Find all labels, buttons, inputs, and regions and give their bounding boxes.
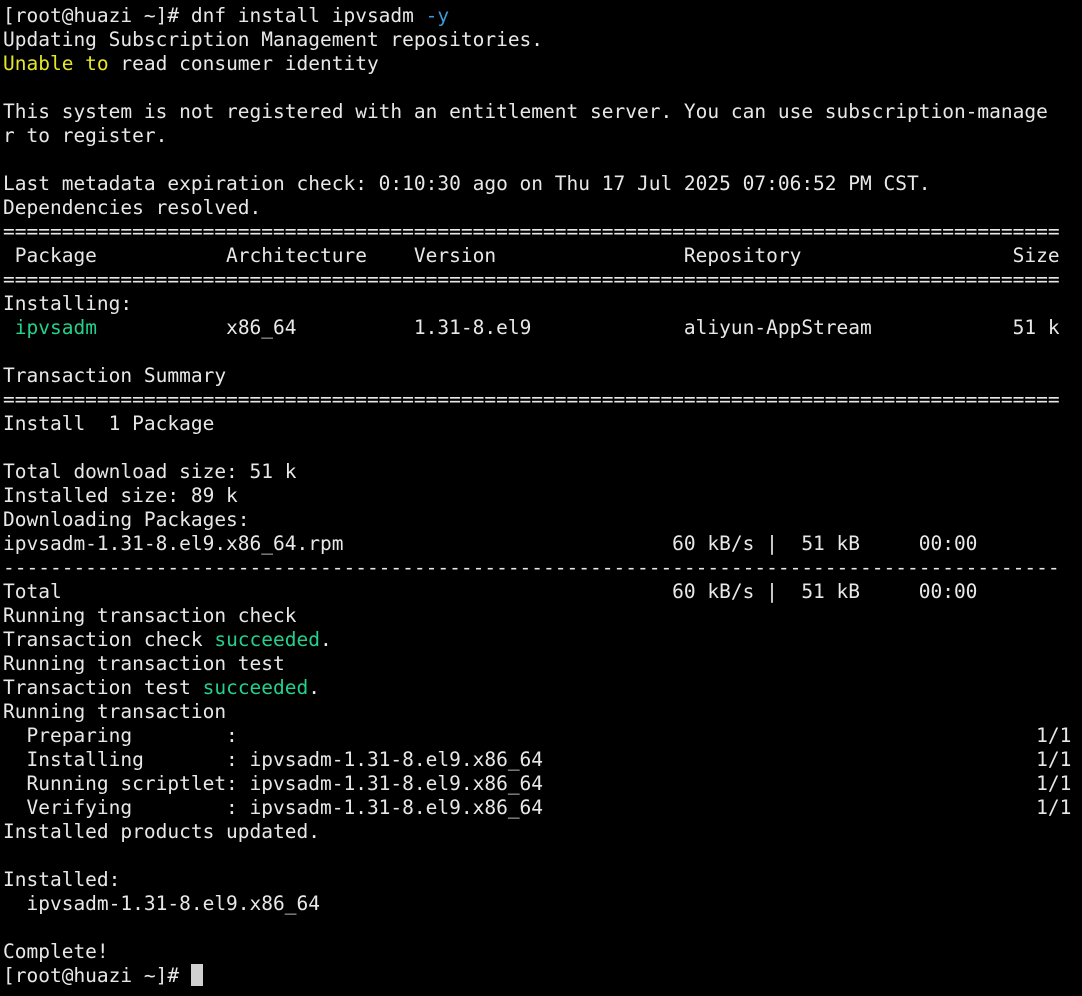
terminal-text: Preparing : 1/1 bbox=[3, 724, 1072, 747]
terminal-line: r to register. bbox=[3, 124, 1082, 148]
terminal-text: ========================================… bbox=[3, 220, 1060, 243]
terminal-text: Unable to bbox=[3, 52, 109, 75]
terminal-text: Running transaction bbox=[3, 700, 227, 723]
terminal-text: Total download size: 51 k bbox=[3, 460, 297, 483]
terminal-line: Running transaction test bbox=[3, 652, 1082, 676]
terminal-text: succeeded bbox=[214, 628, 320, 651]
terminal-text: Verifying : ipvsadm-1.31-8.el9.x86_64 1/… bbox=[3, 796, 1072, 819]
terminal-line: ========================================… bbox=[3, 268, 1082, 292]
terminal-text: Package Architecture Version Repository … bbox=[3, 244, 1060, 267]
terminal-line: ========================================… bbox=[3, 220, 1082, 244]
terminal-line: Installed products updated. bbox=[3, 820, 1082, 844]
terminal-text: Running transaction test bbox=[3, 652, 285, 675]
terminal-text: Last metadata expiration check: 0:10:30 … bbox=[3, 172, 931, 195]
terminal-text: read consumer identity bbox=[108, 52, 379, 75]
terminal-line: Unable to read consumer identity bbox=[3, 52, 1082, 76]
terminal-output: [root@huazi ~]# dnf install ipvsadm -y Up… bbox=[3, 4, 1082, 988]
terminal-line: Running transaction check bbox=[3, 604, 1082, 628]
terminal-line: ipvsadm-1.31-8.el9.x86_64.rpm 60 kB/s | … bbox=[3, 532, 1082, 556]
terminal-text: [root@huazi ~]# bbox=[3, 964, 191, 987]
terminal-text: Installed products updated. bbox=[3, 820, 320, 843]
terminal-text: Installing: bbox=[3, 292, 133, 315]
terminal-window[interactable]: [root@huazi ~]# dnf install ipvsadm -y Up… bbox=[0, 0, 1082, 996]
terminal-text: r to register. bbox=[3, 124, 168, 147]
terminal-line: ========================================… bbox=[3, 388, 1082, 412]
terminal-text: ipvsadm-1.31-8.el9.x86_64 bbox=[3, 892, 320, 915]
terminal-text: -y bbox=[425, 4, 450, 27]
terminal-line: Verifying : ipvsadm-1.31-8.el9.x86_64 1/… bbox=[3, 796, 1082, 820]
terminal-text: Transaction check bbox=[3, 628, 215, 651]
terminal-line: Total download size: 51 k bbox=[3, 460, 1082, 484]
terminal-line: ipvsadm x86_64 1.31-8.el9 aliyun-AppStre… bbox=[3, 316, 1082, 340]
terminal-text: Downloading Packages: bbox=[3, 508, 250, 531]
terminal-line: Last metadata expiration check: 0:10:30 … bbox=[3, 172, 1082, 196]
terminal-text: [root@huazi ~]# dnf install ipvsadm bbox=[3, 4, 426, 27]
terminal-line: Updating Subscription Management reposit… bbox=[3, 28, 1082, 52]
terminal-line: Running scriptlet: ipvsadm-1.31-8.el9.x8… bbox=[3, 772, 1082, 796]
terminal-text: Installing : ipvsadm-1.31-8.el9.x86_64 1… bbox=[3, 748, 1072, 771]
terminal-line: This system is not registered with an en… bbox=[3, 100, 1082, 124]
terminal-line: Complete! bbox=[3, 940, 1082, 964]
text-cursor[interactable] bbox=[190, 964, 203, 986]
terminal-line: Dependencies resolved. bbox=[3, 196, 1082, 220]
terminal-line: Preparing : 1/1 bbox=[3, 724, 1082, 748]
terminal-text: ----------------------------------------… bbox=[3, 556, 1060, 579]
terminal-text: ipvsadm bbox=[14, 316, 97, 339]
terminal-line: Package Architecture Version Repository … bbox=[3, 244, 1082, 268]
terminal-line: Installed size: 89 k bbox=[3, 484, 1082, 508]
terminal-line: Transaction test succeeded. bbox=[3, 676, 1082, 700]
terminal-text: Installed: bbox=[3, 868, 121, 891]
terminal-text: . bbox=[308, 676, 321, 699]
terminal-text: Installed size: 89 k bbox=[3, 484, 238, 507]
terminal-text: Dependencies resolved. bbox=[3, 196, 262, 219]
terminal-line: Install 1 Package bbox=[3, 412, 1082, 436]
terminal-text: Total 60 kB/s | 51 kB 00:00 bbox=[3, 580, 978, 603]
terminal-text: Updating Subscription Management reposit… bbox=[3, 28, 544, 51]
terminal-text: Transaction test bbox=[3, 676, 203, 699]
terminal-line: ipvsadm-1.31-8.el9.x86_64 bbox=[3, 892, 1082, 916]
terminal-line: Transaction Summary bbox=[3, 364, 1082, 388]
terminal-text: ipvsadm-1.31-8.el9.x86_64.rpm 60 kB/s | … bbox=[3, 532, 978, 555]
terminal-text: Running scriptlet: ipvsadm-1.31-8.el9.x8… bbox=[3, 772, 1072, 795]
terminal-line: [root@huazi ~]# dnf install ipvsadm -y bbox=[3, 4, 1082, 28]
terminal-line: Installed: bbox=[3, 868, 1082, 892]
terminal-prompt-line: [root@huazi ~]# bbox=[3, 964, 1082, 988]
terminal-text: This system is not registered with an en… bbox=[3, 100, 1048, 123]
terminal-text: Install 1 Package bbox=[3, 412, 215, 435]
terminal-text: succeeded bbox=[202, 676, 309, 699]
terminal-text: ========================================… bbox=[3, 388, 1060, 411]
terminal-line: Installing : ipvsadm-1.31-8.el9.x86_64 1… bbox=[3, 748, 1082, 772]
terminal-text: Running transaction check bbox=[3, 604, 297, 627]
terminal-text: x86_64 1.31-8.el9 aliyun-AppStream 51 k bbox=[96, 316, 1060, 339]
terminal-line: ----------------------------------------… bbox=[3, 556, 1082, 580]
terminal-line: Transaction check succeeded. bbox=[3, 628, 1082, 652]
terminal-line: Installing: bbox=[3, 292, 1082, 316]
terminal-line: Running transaction bbox=[3, 700, 1082, 724]
terminal-line: Downloading Packages: bbox=[3, 508, 1082, 532]
terminal-text: . bbox=[320, 628, 332, 651]
terminal-line: Total 60 kB/s | 51 kB 00:00 bbox=[3, 580, 1082, 604]
terminal-text: Complete! bbox=[3, 940, 109, 963]
terminal-text: ========================================… bbox=[3, 268, 1060, 291]
terminal-text: Transaction Summary bbox=[3, 364, 227, 387]
